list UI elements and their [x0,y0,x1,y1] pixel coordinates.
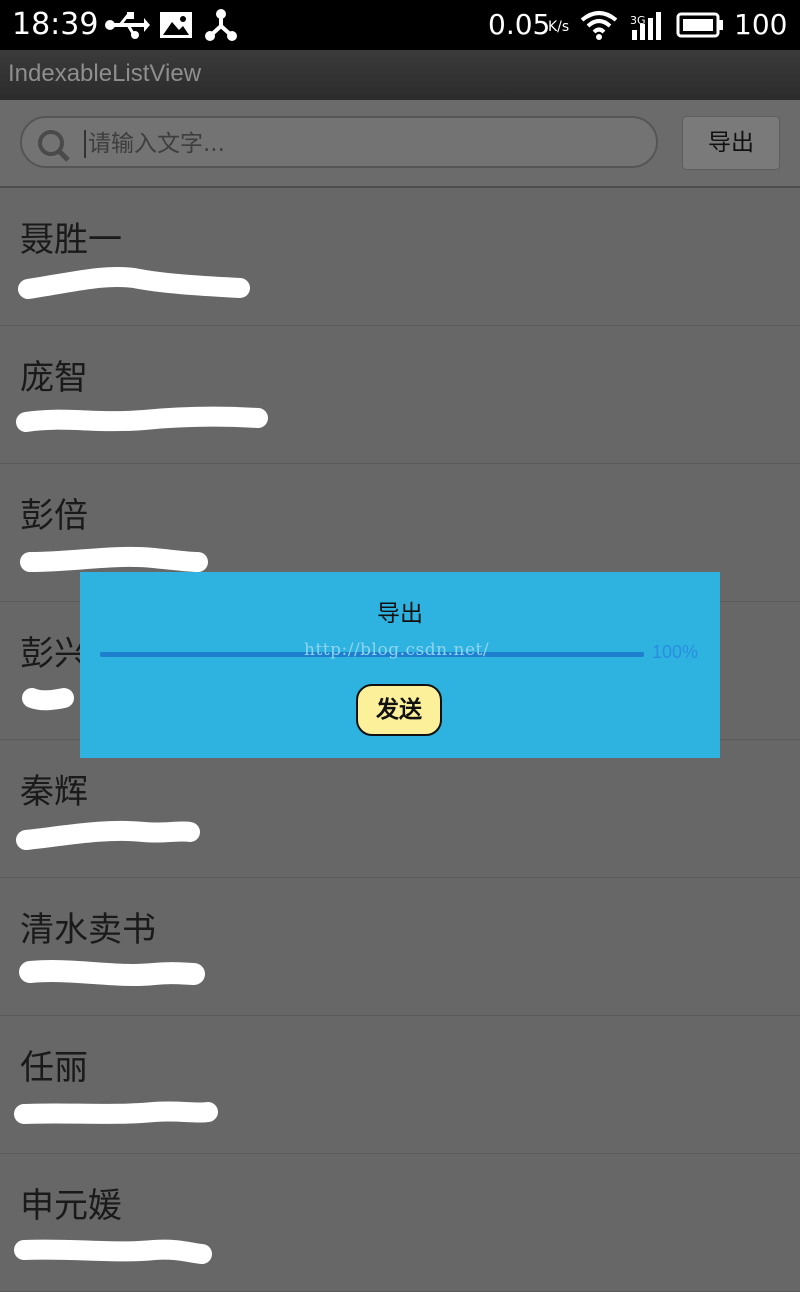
search-row: 导出 [0,100,800,188]
contact-name: 秦辉 [20,772,88,812]
wifi-icon [580,11,618,40]
progress-percent: 100% [652,642,699,662]
status-time: 18:39 [12,7,99,42]
search-box[interactable] [20,116,658,168]
net-speed: 0.05 [488,8,551,41]
contact-name: 申元媛 [20,1186,122,1226]
action-bar: IndexableListView [0,50,800,100]
usb-icon [105,12,150,39]
watermark-text: http://blog.csdn.net/ [304,640,490,660]
list-item[interactable]: 庞智 [0,326,800,464]
contact-name: 任丽 [20,1048,88,1088]
export-dialog: 导出 http://blog.csdn.net/ 100% 发送 [80,572,720,758]
list-item[interactable]: 申元媛 [0,1154,800,1292]
redacted-phone [19,960,205,986]
redacted-phone [14,1239,212,1264]
share-icon [205,9,237,41]
list-item[interactable]: 清水卖书 [0,878,800,1016]
contact-name: 清水卖书 [20,910,156,950]
battery-level: 100 [734,8,788,41]
redacted-phone [18,266,250,299]
redacted-phone [16,820,200,850]
status-bar: 18:39 0.05 K/s 3G 100 [0,0,800,50]
export-button[interactable]: 导出 [682,116,780,170]
list-item[interactable]: 聂胜一 [0,188,800,326]
contact-name: 聂胜一 [20,220,122,260]
search-input[interactable] [86,126,630,162]
redacted-phone [16,406,268,432]
send-button[interactable]: 发送 [356,684,442,736]
list-item[interactable]: 秦辉 [0,740,800,878]
list-item[interactable]: 任丽 [0,1016,800,1154]
app-title: IndexableListView [8,60,202,87]
search-icon [38,130,70,162]
battery-icon [676,12,723,38]
net-speed-unit: K/s [548,19,570,35]
image-icon [160,12,192,38]
redacted-phone [14,1101,218,1124]
signal-icon [632,12,661,40]
contact-name: 彭倍 [20,496,88,536]
dialog-title: 导出 [377,601,423,627]
contact-name: 彭兴 [20,634,88,674]
contact-name: 庞智 [20,358,88,398]
